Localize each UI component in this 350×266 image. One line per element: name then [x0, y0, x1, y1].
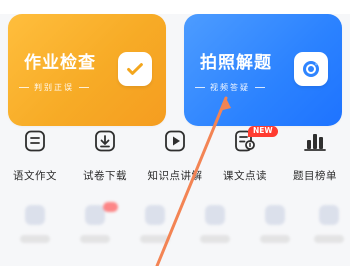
- photo-solve-subtitle: 视频答疑: [195, 83, 265, 92]
- blurred-label: [200, 235, 230, 243]
- check-icon: [118, 52, 152, 86]
- composition-icon: [22, 128, 48, 154]
- homework-check-title: 作业检查: [24, 53, 96, 73]
- blurred-icon: [85, 205, 105, 225]
- homework-check-subtitle: 判别正误: [19, 83, 89, 92]
- camera-icon: [303, 61, 319, 77]
- chart-icon: [304, 134, 326, 151]
- tool-knowledge-video[interactable]: 知识点讲解: [140, 128, 210, 183]
- blurred-label: [140, 235, 170, 243]
- top-sliver: [0, 0, 350, 14]
- blurred-item: [244, 205, 306, 251]
- composition-icon: [25, 130, 45, 152]
- tool-row: 语文作文 试卷下载 知识点讲解 NEW 课文点读 题目榜单: [0, 126, 350, 198]
- blurred-icon: [205, 205, 225, 225]
- blurred-item: [64, 205, 126, 251]
- camera-icon: [294, 52, 328, 86]
- download-icon: [92, 128, 118, 154]
- blurred-label: [314, 235, 344, 243]
- check-icon: [127, 63, 143, 75]
- blurred-feature-row: [0, 202, 350, 266]
- tool-text-reading[interactable]: NEW 课文点读: [210, 126, 280, 183]
- blurred-item: [124, 205, 186, 251]
- tool-reading-label: 课文点读: [223, 170, 267, 182]
- homework-check-card[interactable]: 作业检查 判别正误: [8, 14, 166, 126]
- blurred-label: [260, 235, 290, 243]
- blurred-icon: [319, 205, 339, 225]
- blurred-item: [4, 205, 66, 251]
- blurred-label: [80, 235, 110, 243]
- chart-icon: [302, 128, 328, 154]
- download-icon: [95, 130, 115, 152]
- blurred-item: [298, 205, 350, 251]
- play-icon: [165, 130, 185, 152]
- tool-composition-label: 语文作文: [13, 170, 57, 182]
- tool-download[interactable]: 试卷下载: [70, 128, 140, 183]
- blurred-icon: [265, 205, 285, 225]
- blurred-label: [20, 235, 50, 243]
- blurred-icon: [25, 205, 45, 225]
- play-icon: [162, 128, 188, 154]
- tool-ranking[interactable]: 题目榜单: [280, 128, 350, 183]
- photo-solve-card[interactable]: 拍照解题 视频答疑: [184, 14, 342, 126]
- blurred-item: [184, 205, 246, 251]
- blurred-icon: [145, 205, 165, 225]
- blurred-badge: [103, 202, 118, 212]
- home-page: 作业检查 判别正误 拍照解题 视频答疑 语文作文 试卷下载 知识点讲解 NEW …: [0, 0, 350, 266]
- tool-knowledge-label: 知识点讲解: [147, 170, 203, 182]
- tool-download-label: 试卷下载: [83, 170, 127, 182]
- photo-solve-title: 拍照解题: [200, 53, 272, 73]
- tool-composition[interactable]: 语文作文: [0, 128, 70, 183]
- new-badge: NEW: [248, 126, 278, 137]
- tool-ranking-label: 题目榜单: [293, 170, 337, 182]
